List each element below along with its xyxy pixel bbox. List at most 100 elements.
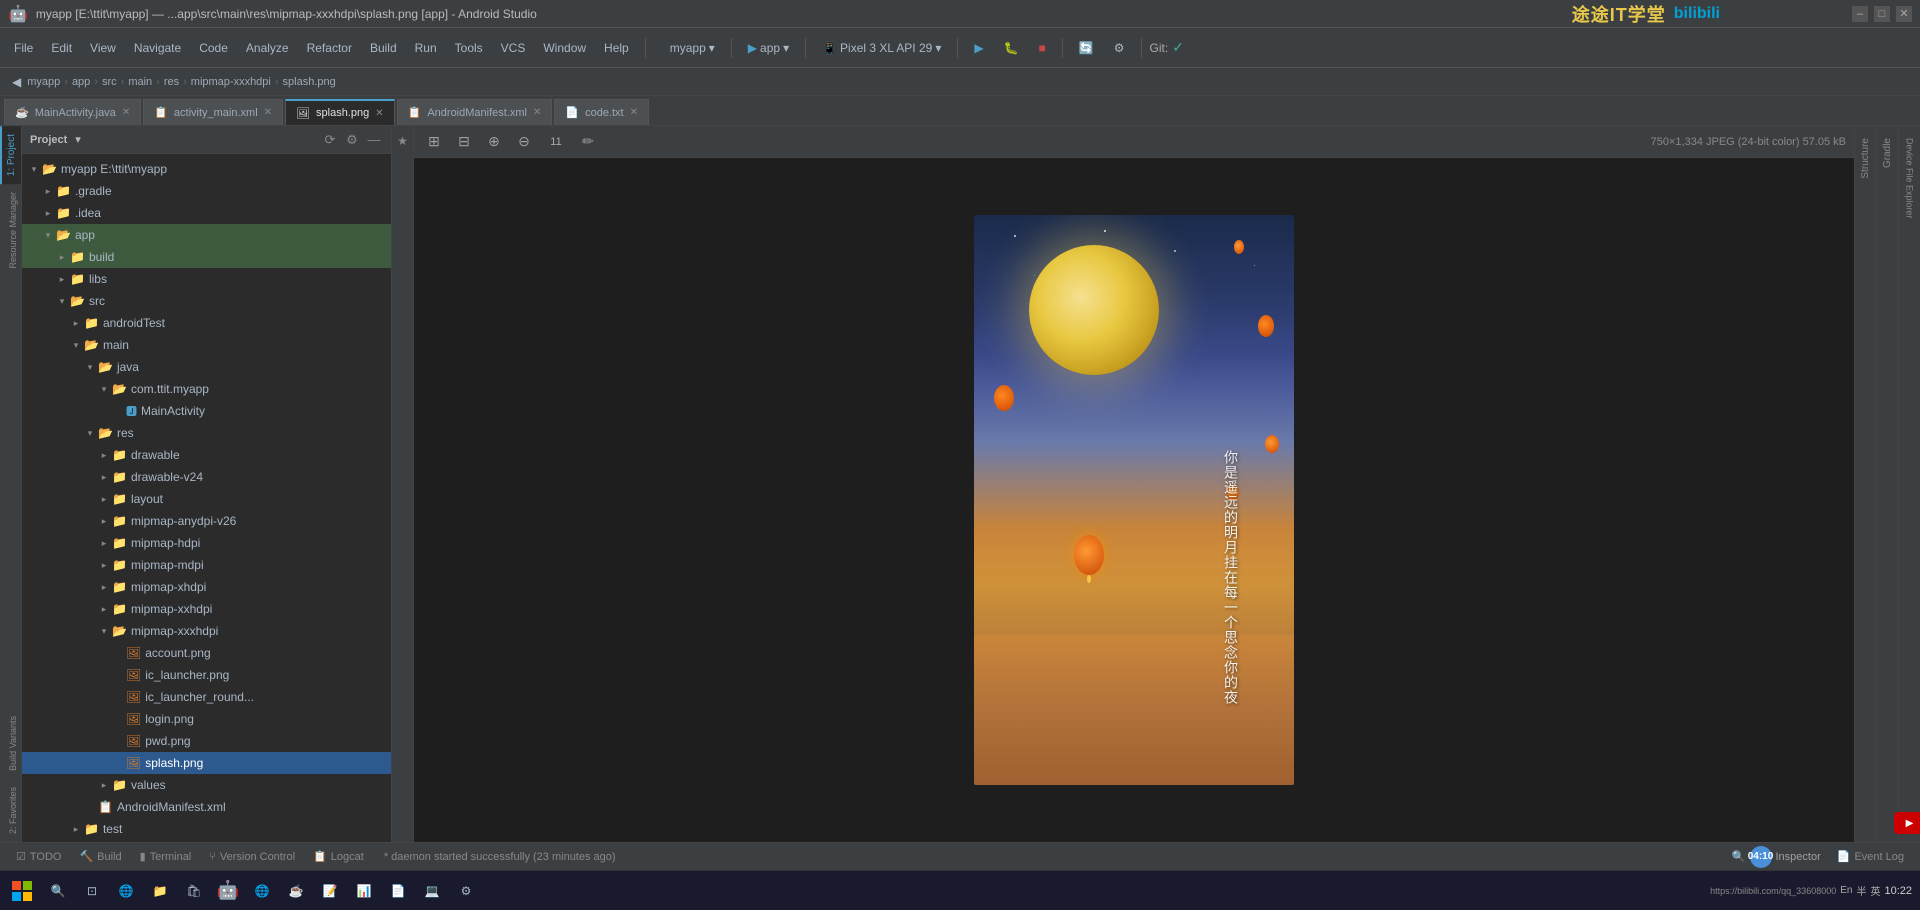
breadcrumb-item-0[interactable]: myapp [27,76,60,88]
breadcrumb-item-2[interactable]: src [102,76,117,88]
grid-button[interactable]: ⊟ [452,130,476,154]
taskbar-ie[interactable]: 🌐 [110,875,142,907]
tree-item-14[interactable]: ▸📁drawable-v24 [22,466,391,488]
project-side-tab[interactable]: 1: Project [0,126,21,184]
tab-1[interactable]: 📋activity_main.xml✕ [143,99,283,125]
language-indicator[interactable]: En [1840,885,1852,896]
taskbar-other1[interactable]: 💻 [416,875,448,907]
device-selector[interactable]: 📱 Pixel 3 XL API 29▾ [814,34,949,62]
tab-4[interactable]: 📄code.txt✕ [554,99,649,125]
menu-item-navigate[interactable]: Navigate [126,34,189,62]
tree-item-29[interactable]: 📋AndroidManifest.xml [22,796,391,818]
tab-close-4[interactable]: ✕ [630,107,638,118]
taskbar-excel[interactable]: 📊 [348,875,380,907]
tree-item-3[interactable]: ▾📂app [22,224,391,246]
stop-button[interactable]: ■ [1031,34,1054,62]
menu-item-analyze[interactable]: Analyze [238,34,297,62]
tree-item-26[interactable]: 🖼pwd.png [22,730,391,752]
logcat-tab[interactable]: 📋 Logcat [305,848,372,865]
structure-tab[interactable]: Structure [1857,130,1874,187]
breadcrumb-item-3[interactable]: main [128,76,152,88]
taskbar-explorer[interactable]: 📁 [144,875,176,907]
tree-item-4[interactable]: ▸📁build [22,246,391,268]
breadcrumb-item-5[interactable]: mipmap-xxxhdpi [191,76,271,88]
tree-item-15[interactable]: ▸📁layout [22,488,391,510]
panel-sync-btn[interactable]: ⟳ [321,131,339,149]
tree-item-21[interactable]: ▾📂mipmap-xxxhdpi [22,620,391,642]
panel-settings-btn[interactable]: ⚙ [343,131,361,149]
tree-item-11[interactable]: 🅹MainActivity [22,400,391,422]
menu-item-tools[interactable]: Tools [447,34,491,62]
terminal-tab[interactable]: ▮ Terminal [132,848,200,865]
app-config-btn[interactable]: ▶ app▾ [740,34,797,62]
tab-3[interactable]: 📋AndroidManifest.xml✕ [397,99,553,125]
taskbar-other2[interactable]: ⚙ [450,875,482,907]
version-control-tab[interactable]: ⑂ Version Control [201,849,303,865]
breadcrumb-item-1[interactable]: app [72,76,90,88]
tree-item-24[interactable]: 🖼ic_launcher_round... [22,686,391,708]
menu-item-file[interactable]: File [6,34,41,62]
taskbar-chrome[interactable]: 🌐 [246,875,278,907]
minimize-button[interactable]: – [1852,6,1868,22]
panel-dropdown-icon[interactable]: ▾ [75,133,81,146]
tree-item-10[interactable]: ▾📂com.ttit.myapp [22,378,391,400]
tab-2[interactable]: 🖼splash.png✕ [285,99,395,125]
close-button[interactable]: ✕ [1896,6,1912,22]
panel-minimize-btn[interactable]: — [365,131,383,149]
breadcrumb-item-6[interactable]: splash.png [283,76,336,88]
tree-item-5[interactable]: ▸📁libs [22,268,391,290]
menu-item-run[interactable]: Run [407,34,445,62]
tree-item-28[interactable]: ▸📁values [22,774,391,796]
todo-tab[interactable]: ☑ TODO [8,848,69,865]
tree-item-8[interactable]: ▾📂main [22,334,391,356]
run-button[interactable]: ▶ [966,34,991,62]
ime-indicator[interactable]: 半 [1856,883,1866,898]
favorites-tab[interactable]: 2: Favorites [0,779,21,842]
tree-item-9[interactable]: ▾📂java [22,356,391,378]
tree-item-17[interactable]: ▸📁mipmap-hdpi [22,532,391,554]
event-log-tab[interactable]: 📄 Event Log [1829,848,1912,865]
tab-close-0[interactable]: ✕ [122,107,130,118]
tree-item-0[interactable]: ▾📂myapp E:\ttit\myapp [22,158,391,180]
image-canvas[interactable]: 你是遥远的明月挂在每一个思念你的夜 [414,158,1854,842]
build-variants-tab[interactable]: Build Variants [0,708,21,779]
taskbar-word[interactable]: 📄 [382,875,414,907]
breadcrumb-item-4[interactable]: res [164,76,179,88]
menu-item-window[interactable]: Window [535,34,594,62]
tree-item-22[interactable]: 🖼account.png [22,642,391,664]
tree-item-6[interactable]: ▾📂src [22,290,391,312]
tree-item-20[interactable]: ▸📁mipmap-xxhdpi [22,598,391,620]
tree-item-13[interactable]: ▸📁drawable [22,444,391,466]
menu-item-view[interactable]: View [82,34,124,62]
menu-item-code[interactable]: Code [191,34,236,62]
gradle-tab[interactable]: Gradle [1879,130,1896,176]
tree-item-7[interactable]: ▸📁androidTest [22,312,391,334]
zoom-out-button[interactable]: ⊖ [512,130,536,154]
tab-0[interactable]: ☕MainActivity.java✕ [4,99,141,125]
debug-button[interactable]: 🐛 [996,34,1027,62]
build-tab[interactable]: 🔨 Build [71,848,129,865]
sync-button[interactable]: 🔄 [1071,34,1102,62]
tab-close-1[interactable]: ✕ [264,107,272,118]
menu-item-build[interactable]: Build [362,34,405,62]
tree-item-1[interactable]: ▸📁.gradle [22,180,391,202]
device-explorer-tab[interactable]: Device File Explorer [1902,130,1918,227]
tree-item-19[interactable]: ▸📁mipmap-xhdpi [22,576,391,598]
tree-item-2[interactable]: ▸📁.idea [22,202,391,224]
inspector-button[interactable]: 🔍 04:10 Inspector [1732,846,1821,868]
settings-button[interactable]: ⚙ [1106,34,1133,62]
back-button[interactable]: ◀ [8,71,25,93]
start-button[interactable] [4,873,40,909]
tree-item-23[interactable]: 🖼ic_launcher.png [22,664,391,686]
menu-item-vcs[interactable]: VCS [493,34,534,62]
youtube-button[interactable]: ▶ [1894,812,1920,834]
tree-item-12[interactable]: ▾📂res [22,422,391,444]
tree-item-25[interactable]: 🖼login.png [22,708,391,730]
taskbar-taskview[interactable]: ⊡ [76,875,108,907]
taskbar-search[interactable]: 🔍 [42,875,74,907]
menu-item-help[interactable]: Help [596,34,637,62]
taskbar-notepad[interactable]: 📝 [314,875,346,907]
pencil-button[interactable]: ✏ [576,130,600,154]
zoom-in-button[interactable]: ⊕ [482,130,506,154]
taskbar-android-studio[interactable]: 🤖 [212,875,244,907]
